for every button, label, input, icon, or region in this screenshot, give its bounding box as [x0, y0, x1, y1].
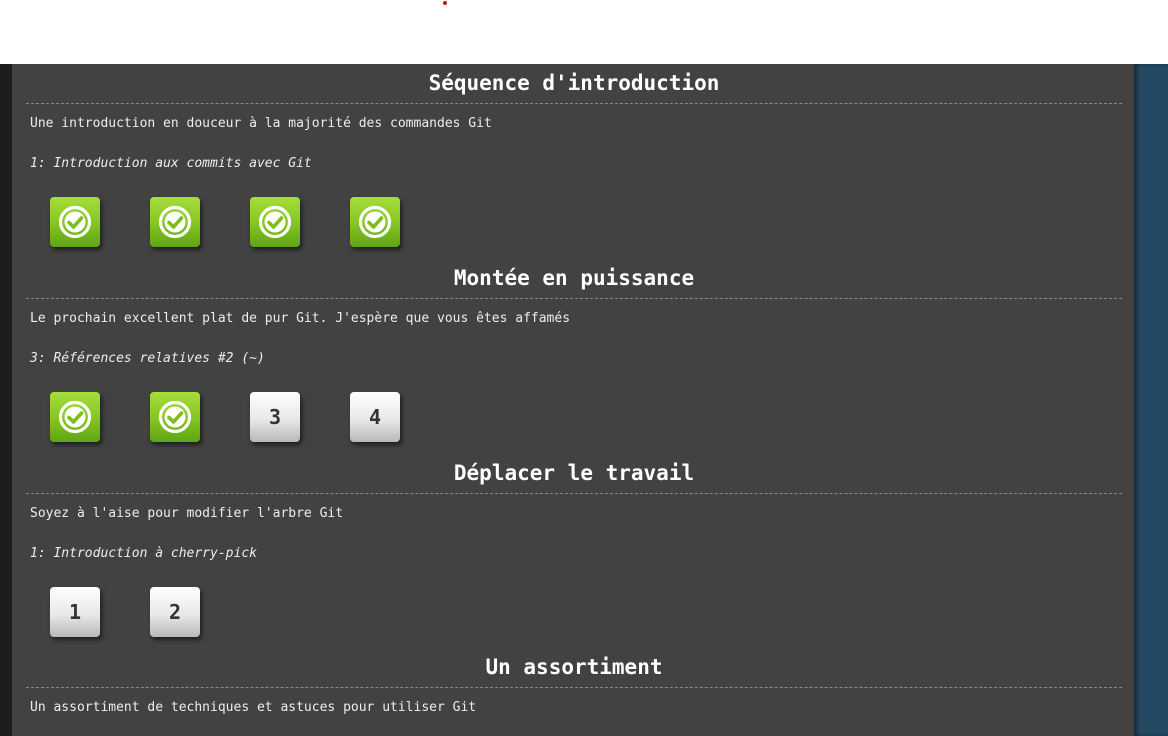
level-button-2[interactable]: 2: [150, 587, 200, 637]
right-edge-background: [1134, 64, 1168, 736]
sequence-description: Soyez à l'aise pour modifier l'arbre Git: [30, 506, 344, 521]
level-button-4[interactable]: 4: [350, 392, 400, 442]
sequence-title: Séquence d'introduction: [26, 64, 1122, 104]
sequence-title: Montée en puissance: [26, 259, 1122, 299]
level-button-2[interactable]: [150, 392, 200, 442]
checkmark-icon: [157, 399, 193, 435]
checkmark-icon: [57, 204, 93, 240]
sequence-title: Un assortiment: [26, 648, 1122, 688]
top-bar: [0, 0, 1168, 64]
level-button-2[interactable]: [150, 197, 200, 247]
current-level-name: 1: Introduction à cherry-pick: [30, 546, 257, 561]
sequence-description: Le prochain excellent plat de pur Git. J…: [30, 311, 571, 326]
level-button-3[interactable]: [250, 197, 300, 247]
checkmark-icon: [157, 204, 193, 240]
level-number: 4: [368, 405, 382, 429]
level-number: 1: [68, 600, 82, 624]
level-button-1[interactable]: [50, 197, 100, 247]
level-button-1[interactable]: 1: [50, 587, 100, 637]
checkmark-icon: [257, 204, 293, 240]
sequence-description: Une introduction en douceur à la majorit…: [30, 116, 492, 131]
red-dot: [443, 1, 447, 5]
current-level-name: 1: Introduction aux commits avec Git: [30, 156, 312, 171]
level-button-3[interactable]: 3: [250, 392, 300, 442]
level-number: 3: [268, 405, 282, 429]
level-select-panel: Séquence d'introduction Une introduction…: [12, 64, 1134, 736]
level-button-4[interactable]: [350, 197, 400, 247]
level-button-1[interactable]: [50, 392, 100, 442]
checkmark-icon: [57, 399, 93, 435]
checkmark-icon: [357, 204, 393, 240]
sequence-description: Un assortiment de techniques et astuces …: [30, 700, 477, 715]
sequence-title: Déplacer le travail: [26, 454, 1122, 494]
left-edge: [0, 64, 12, 736]
level-number: 2: [168, 600, 182, 624]
current-level-name: 3: Références relatives #2 (~): [30, 351, 265, 366]
